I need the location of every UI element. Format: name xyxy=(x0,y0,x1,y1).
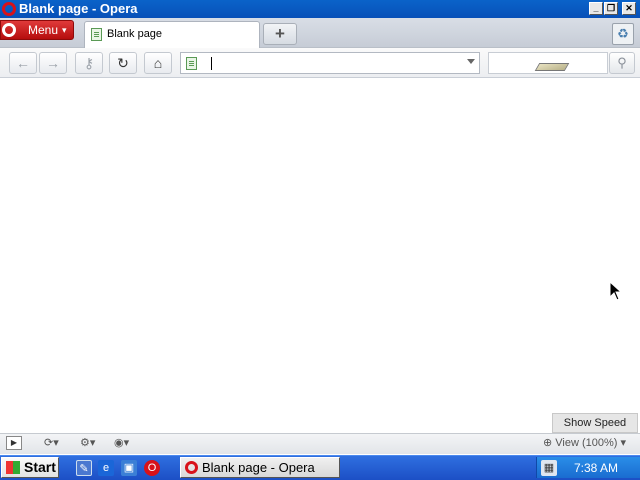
back-arrow-icon: ← xyxy=(16,55,30,71)
tab-label: Blank page xyxy=(107,28,163,40)
title-bar: Blank page - Opera _ ❐ ✕ xyxy=(0,0,640,18)
maximize-button[interactable]: ❐ xyxy=(604,2,618,15)
text-caret xyxy=(211,57,212,70)
taskbar-item-opera[interactable]: Blank page - Opera xyxy=(180,457,340,478)
calendar-icon[interactable]: ▦ xyxy=(541,460,557,476)
address-input[interactable] xyxy=(203,55,453,71)
sync-icon[interactable]: ⟳▾ xyxy=(44,436,59,451)
zoom-control[interactable]: ⊕ View (100%) ▾ xyxy=(543,436,626,451)
zoom-icon: ⊕ xyxy=(543,437,556,449)
forward-button[interactable]: → xyxy=(39,52,67,74)
home-icon: ⌂ xyxy=(153,55,163,71)
page-content xyxy=(0,79,640,433)
address-bar[interactable] xyxy=(180,52,480,74)
windows-logo-icon xyxy=(6,461,20,474)
key-icon: ⚷ xyxy=(83,55,95,71)
show-speed-dial-button[interactable]: Show Speed Dial xyxy=(552,413,638,447)
forward-arrow-icon: → xyxy=(46,55,60,71)
close-button[interactable]: ✕ xyxy=(622,2,636,15)
tab-blank-page[interactable]: Blank page xyxy=(84,21,260,48)
key-button[interactable]: ⚷ xyxy=(75,52,103,74)
chevron-down-icon: ▾ xyxy=(617,437,627,449)
opera-logo-icon xyxy=(185,461,198,474)
start-label: Start xyxy=(24,459,56,475)
clock[interactable]: 7:38 AM xyxy=(574,460,618,476)
start-button[interactable]: Start xyxy=(1,457,59,478)
zoom-label: View (100%) xyxy=(555,437,618,449)
page-icon xyxy=(186,57,197,70)
trash-icon[interactable]: ♻ xyxy=(612,23,634,45)
window-title: Blank page - Opera xyxy=(19,1,138,16)
search-icon: ⚲ xyxy=(617,55,627,70)
panel-toggle-icon[interactable]: ▶ xyxy=(6,436,22,450)
network-icon[interactable]: ⚙▾ xyxy=(80,436,95,451)
search-field[interactable] xyxy=(488,52,608,74)
search-button[interactable]: ⚲ xyxy=(609,52,635,74)
taskbar-item-label: Blank page - Opera xyxy=(202,460,315,475)
minimize-button[interactable]: _ xyxy=(589,2,603,15)
internet-explorer-icon[interactable]: e xyxy=(98,460,114,476)
home-button[interactable]: ⌂ xyxy=(144,52,172,74)
page-icon xyxy=(91,28,102,41)
menu-label: Menu xyxy=(28,23,59,37)
reload-button[interactable]: ↻ xyxy=(109,52,137,74)
address-dropdown-icon[interactable] xyxy=(467,59,475,64)
opera-logo-icon xyxy=(2,23,16,37)
show-desktop-icon[interactable]: ✎ xyxy=(76,460,92,476)
back-button[interactable]: ← xyxy=(9,52,37,74)
opera-logo-icon xyxy=(2,2,16,16)
mouse-pointer-icon xyxy=(609,281,623,301)
new-tab-button[interactable]: + xyxy=(263,23,297,45)
opera-quicklaunch-icon[interactable]: O xyxy=(144,460,160,476)
search-engine-icon xyxy=(534,63,570,71)
chevron-down-icon: ▾ xyxy=(62,25,67,35)
reload-icon: ↻ xyxy=(117,55,129,71)
media-icon[interactable]: ▣ xyxy=(121,460,137,476)
menu-button[interactable]: Menu ▾ xyxy=(0,20,74,40)
turbo-icon[interactable]: ◉▾ xyxy=(114,436,129,451)
